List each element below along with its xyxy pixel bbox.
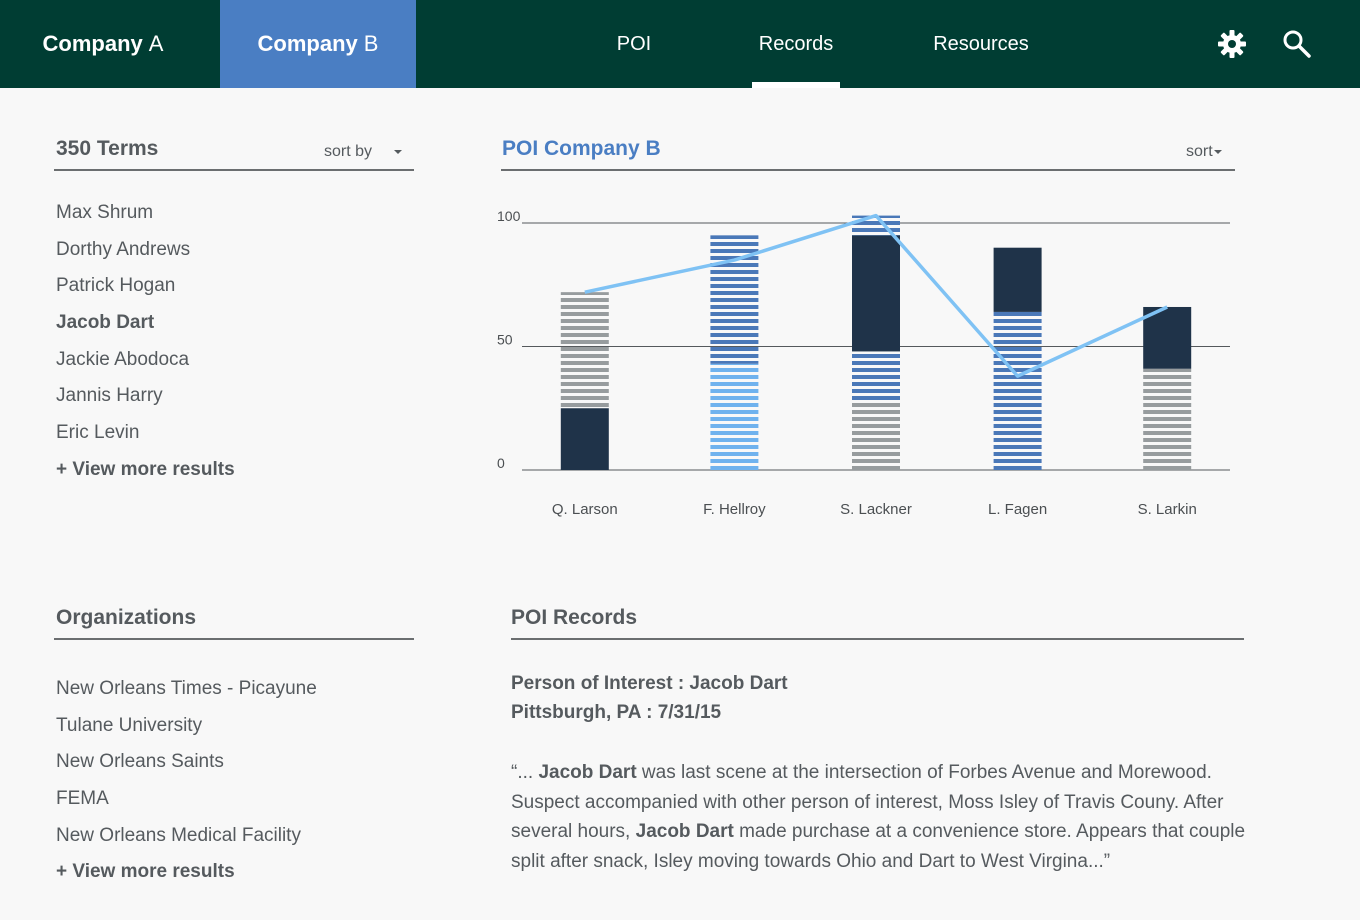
top-navigation-bar: Company A Company B POI Records Resource… [0, 0, 1360, 88]
x-tick-label: S. Lackner [840, 501, 912, 518]
terms-title: 350 Terms [56, 137, 159, 160]
record-text: “... Jacob Dart was last scene at the in… [511, 758, 1251, 876]
organization-item[interactable]: FEMA [56, 788, 317, 825]
search-icon[interactable] [1280, 28, 1312, 60]
poi-chart-header: POI Company B sort [501, 131, 1235, 171]
company-a-letter: A [148, 31, 164, 56]
x-tick-label: Q. Larson [552, 501, 618, 518]
record-quote-open: “... [511, 762, 539, 783]
terms-sort-label: sort by [324, 143, 373, 160]
bar-segment [852, 351, 900, 401]
terms-view-more-link[interactable]: + View more results [56, 459, 235, 496]
organization-item[interactable]: Tulane University [56, 715, 317, 752]
bar-segment [560, 292, 609, 409]
company-b-tab[interactable]: Company B [220, 0, 416, 88]
terms-header: 350 Terms sort by [54, 131, 414, 171]
nav-records[interactable]: Records [752, 0, 840, 88]
organizations-list: New Orleans Times - Picayune Tulane Univ… [56, 678, 317, 898]
organizations-header: Organizations [54, 600, 414, 640]
poi-chart-title: POI Company B [502, 137, 661, 160]
organization-item[interactable]: New Orleans Saints [56, 751, 317, 788]
terms-list: Max Shrum Dorthy Andrews Patrick Hogan J… [56, 202, 235, 496]
bar-segment [852, 235, 900, 352]
company-b-letter: B [363, 31, 379, 56]
records-header: POI Records [511, 600, 1244, 640]
record-name-mention: Jacob Dart [635, 821, 734, 842]
y-tick-label: 50 [497, 332, 513, 348]
organization-item[interactable]: New Orleans Times - Picayune [56, 678, 317, 715]
organizations-view-more-link[interactable]: + View more results [56, 861, 317, 898]
term-item[interactable]: Jackie Abodoca [56, 349, 235, 386]
company-b-name: Company [257, 31, 358, 56]
bar-segment [560, 408, 609, 470]
poi-stacked-bar-chart: 100 50 0 Q. Larson F. Hellroy S. Lackner L. Fa… [497, 208, 1230, 518]
bar-segment [1143, 368, 1192, 470]
terms-sort-dropdown[interactable]: sort by [324, 143, 403, 161]
poi-sort-dropdown[interactable]: sort [1186, 143, 1222, 161]
bar-segment [710, 363, 759, 470]
term-item[interactable]: Patrick Hogan [56, 275, 235, 312]
organizations-title: Organizations [56, 606, 197, 629]
bar-segment [852, 400, 900, 470]
organization-item[interactable]: New Orleans Medical Facility [56, 825, 317, 862]
bar-segment [993, 311, 1042, 470]
term-item[interactable]: Jannis Harry [56, 385, 235, 422]
term-item[interactable]: Dorthy Andrews [56, 239, 235, 276]
term-item-selected[interactable]: Jacob Dart [56, 312, 235, 349]
chevron-down-icon [1213, 149, 1222, 154]
nav-poi[interactable]: POI [600, 0, 668, 88]
records-title: POI Records [511, 606, 638, 629]
x-tick-label: L. Fagen [988, 501, 1047, 518]
term-item[interactable]: Eric Levin [56, 422, 235, 459]
y-tick-label: 100 [497, 208, 521, 224]
gear-icon[interactable] [1216, 28, 1248, 60]
x-tick-label: S. Larkin [1138, 501, 1197, 518]
x-tick-label: F. Hellroy [703, 501, 766, 518]
y-tick-label: 0 [497, 455, 505, 471]
company-a-name: Company [42, 31, 143, 56]
record-place-date: Pittsburgh, PA : 7/31/15 [511, 702, 722, 723]
nav-resources[interactable]: Resources [918, 0, 1044, 88]
term-item[interactable]: Max Shrum [56, 202, 235, 239]
record-poi-line: Person of Interest : Jacob Dart [511, 673, 788, 694]
company-a-tab[interactable]: Company A [0, 0, 206, 88]
bar-segment [993, 247, 1042, 312]
record-name-mention: Jacob Dart [538, 762, 637, 783]
chevron-down-icon [394, 149, 403, 154]
poi-sort-label: sort [1186, 143, 1213, 160]
